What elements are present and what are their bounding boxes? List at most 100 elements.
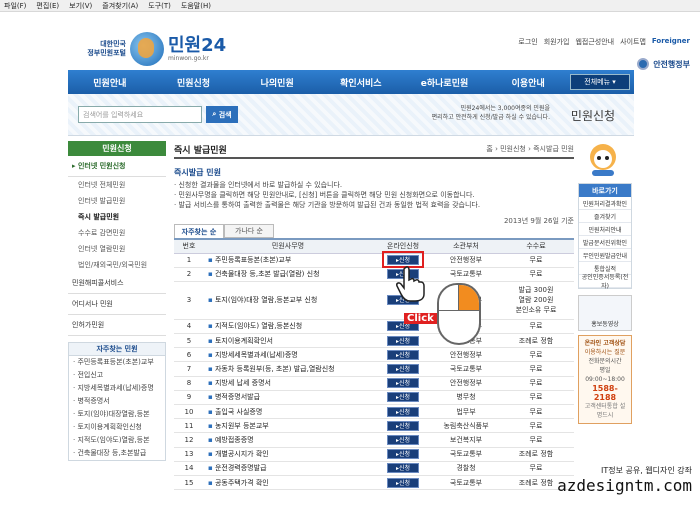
menu-item[interactable]: 보기(V)	[69, 1, 92, 11]
nav-civil-guide[interactable]: 민원안내	[68, 76, 152, 89]
join-link[interactable]: 회원가입	[544, 37, 570, 47]
login-link[interactable]: 로그인	[518, 37, 537, 47]
ministry-logo[interactable]: 안전행정부	[637, 58, 690, 70]
civil-name-link[interactable]: 건축물대장 등,초본 발급(열람) 신청	[204, 267, 372, 282]
department: 농림축산식품부	[434, 418, 498, 434]
department: 국토교통부	[434, 267, 498, 282]
civil-name-link[interactable]: 예방접종증명	[204, 432, 372, 448]
page-title-bar: 즉시 발급민원 홈 › 민원신청 › 즉시발급 민원	[174, 141, 574, 159]
apply-button[interactable]: ▸신청	[387, 364, 419, 375]
civil-name-link[interactable]: 주민등록표등본(초본)교부	[204, 253, 372, 268]
quick-link[interactable]: 공인인증서등록(전자)	[579, 274, 631, 290]
apply-button[interactable]: ▸신청	[387, 335, 419, 346]
sidebar-subitem[interactable]: 인터넷 발급민원	[68, 193, 166, 209]
civil-table: 번호 민원사무명 온라인신청 소관부처 수수료 1주민등록표등본(초본)교부▸신…	[174, 238, 574, 491]
sidebar-item-internet-apply[interactable]: ▸ 인터넷 민원신청	[68, 156, 166, 177]
civil-name-link[interactable]: 농지원부 등본교부	[204, 418, 372, 434]
apply-button[interactable]: ▸신청	[387, 434, 419, 445]
row-number: 11	[174, 418, 204, 434]
sidebar-subitem[interactable]: 수수료 감면민원	[68, 225, 166, 241]
site-logo[interactable]: 대한민국 정부민원포털 민원24 minwon.go.kr	[70, 32, 226, 66]
quick-link[interactable]: 발급문서진위확인	[579, 236, 631, 249]
nav-ehanaro[interactable]: e하나로민원	[403, 76, 487, 89]
row-number: 10	[174, 404, 204, 420]
sidebar-item-happycall[interactable]: 민원해피콜서비스	[68, 273, 166, 294]
department: 안전행정부	[434, 376, 498, 391]
section-heading: 즉시발급 민원	[174, 168, 221, 177]
breadcrumb: 홈 › 민원신청 › 즉시발급 민원	[486, 145, 574, 153]
fee: 무료	[498, 361, 574, 377]
table-row: 10출입국 사실증명 ▸신청 법무부무료	[174, 404, 574, 420]
col-name: 민원사무명	[204, 238, 372, 254]
apply-button[interactable]: ▸신청	[387, 349, 419, 360]
frequent-civil-link[interactable]: · 병적증명서	[69, 395, 165, 408]
promo-video-banner[interactable]: 홍보동영상	[578, 295, 632, 331]
civil-name-link[interactable]: 운전경력증명발급	[204, 461, 372, 476]
sitemap-link[interactable]: 사이트맵	[620, 37, 646, 47]
menu-item[interactable]: 도구(T)	[148, 1, 171, 11]
frequent-civil-link[interactable]: · 건축물대장 등,초본발급	[69, 447, 165, 460]
civil-name-link[interactable]: 자동차 등록원부(등, 초본) 발급,열람신청	[204, 361, 372, 377]
mouse-right-button	[459, 285, 479, 311]
frequent-civil-link[interactable]: · 지방세목별과세(납세)증명	[69, 382, 165, 395]
search-input[interactable]: 검색어를 입력하세요	[78, 106, 202, 123]
sidebar-subitem[interactable]: 인터넷 전체민원	[68, 177, 166, 193]
civil-name-link[interactable]: 개별공시지가 확인	[204, 447, 372, 462]
department: 법무부	[434, 404, 498, 420]
tab-alphabetical[interactable]: 가나다 순	[224, 224, 274, 238]
civil-name-link[interactable]: 지적도(임야도) 열람,등본신청	[204, 319, 372, 335]
customer-call-box[interactable]: 온라인 고객상담 이용하시는 질문 전화문의시간 평일 09:00~18:00 …	[578, 335, 632, 424]
table-row: 7자동차 등록원부(등, 초본) 발급,열람신청 ▸신청 국토교통부무료	[174, 361, 574, 377]
all-menu-button[interactable]: 전체메뉴 ▾	[570, 74, 631, 90]
quick-link[interactable]: 즐겨찾기	[579, 210, 631, 223]
nav-civil-apply[interactable]: 민원신청	[152, 76, 236, 89]
department: 안전행정부	[434, 253, 498, 268]
sidebar-item-permit[interactable]: 인허가민원	[68, 315, 166, 336]
fee: 무료	[498, 404, 574, 420]
civil-name-link[interactable]: 지방세세목별과세(납세)증명	[204, 347, 372, 363]
nav-my-civil[interactable]: 나의민원	[235, 76, 319, 89]
nav-verify-service[interactable]: 확인서비스	[319, 76, 403, 89]
apply-button[interactable]: ▸신청	[387, 406, 419, 417]
civil-name-link[interactable]: 토지이용계획확인서	[204, 333, 372, 349]
civil-name-link[interactable]: 병적증명서발급	[204, 390, 372, 406]
quick-link[interactable]: 무인민원발급안내	[579, 249, 631, 262]
nav-usage-guide[interactable]: 이용안내	[486, 76, 570, 89]
sidebar-subitem[interactable]: 인터넷 열람민원	[68, 241, 166, 257]
apply-button[interactable]: ▸신청	[387, 463, 419, 474]
row-number: 5	[174, 333, 204, 349]
table-row: 3토지(임야)대장 열람,등본교부 신청▸신청국토교통부발급 300원열람 20…	[174, 281, 574, 320]
accessibility-link[interactable]: 웹접근성안내	[575, 37, 614, 47]
menu-item[interactable]: 즐겨찾기(A)	[102, 1, 138, 11]
tab-frequent[interactable]: 자주찾는 순	[174, 224, 224, 238]
quick-link[interactable]: 민원처리안내	[579, 223, 631, 236]
frequent-civil-link[interactable]: · 지적도(임야도)열람,등본	[69, 434, 165, 447]
fee: 무료	[498, 376, 574, 391]
quick-links-box: 바로가기 민원처리결과확인 즐겨찾기 민원처리안내 발급문서진위확인 무인민원발급안내 통…	[578, 183, 632, 290]
apply-button[interactable]: ▸신청	[387, 477, 419, 488]
sidebar-subitem[interactable]: 법인/재외국민/외국민원	[68, 257, 166, 273]
frequent-civil-link[interactable]: · 토지이용계획확인신청	[69, 421, 165, 434]
quick-link[interactable]: 민원처리결과확인	[579, 197, 631, 210]
foreigner-link[interactable]: Foreigner	[652, 37, 690, 47]
apply-button[interactable]: ▸신청	[387, 378, 419, 389]
apply-button[interactable]: ▸신청	[387, 449, 419, 460]
sidebar-subitem[interactable]: 즉시 발급민원	[68, 209, 166, 225]
sidebar-item-anywhere[interactable]: 어디서나 민원	[68, 294, 166, 315]
civil-name-link[interactable]: 지방세 납세 증명서	[204, 376, 372, 391]
menu-item[interactable]: 파일(F)	[4, 1, 26, 11]
menu-item[interactable]: 편집(E)	[36, 1, 59, 11]
row-number: 3	[174, 281, 204, 320]
civil-name-link[interactable]: 공동주택가격 확인	[204, 475, 372, 491]
frequent-civil-link[interactable]: · 토지(임야)대장열람,등본	[69, 408, 165, 421]
apply-button[interactable]: ▸신청	[387, 392, 419, 403]
click-label: Click	[404, 313, 437, 324]
menu-item[interactable]: 도움말(H)	[181, 1, 211, 11]
hand-cursor-icon	[396, 266, 425, 302]
frequent-civil-link[interactable]: · 주민등록표등본(초본)교부	[69, 356, 165, 369]
apply-button[interactable]: ▸신청	[387, 420, 419, 431]
civil-name-link[interactable]: 토지(임야)대장 열람,등본교부 신청	[204, 281, 372, 320]
search-button[interactable]: ⌕ 검색	[206, 106, 238, 123]
civil-name-link[interactable]: 출입국 사실증명	[204, 404, 372, 420]
frequent-civil-link[interactable]: · 전입신고	[69, 369, 165, 382]
